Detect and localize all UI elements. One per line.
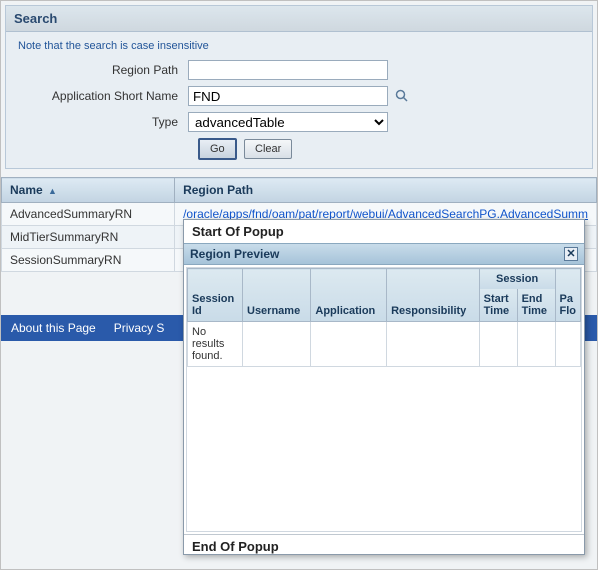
col-username[interactable]: Username <box>243 269 311 322</box>
privacy-link[interactable]: Privacy S <box>114 321 165 335</box>
region-path-input[interactable] <box>188 60 388 80</box>
search-panel: Search Note that the search is case inse… <box>5 5 593 169</box>
app-window: Search Note that the search is case inse… <box>0 0 598 570</box>
app-short-name-input[interactable] <box>188 86 388 106</box>
region-preview-popup: Start Of Popup Region Preview ✕ Session … <box>183 219 585 555</box>
cell-name: AdvancedSummaryRN <box>2 203 175 226</box>
popup-title: Region Preview <box>190 247 279 261</box>
region-path-row: Region Path <box>18 60 580 80</box>
about-page-link[interactable]: About this Page <box>11 321 96 335</box>
col-responsibility[interactable]: Responsibility <box>387 269 480 322</box>
popup-body[interactable]: Session Id Username Application Responsi… <box>186 267 582 532</box>
popup-titlebar: Region Preview ✕ <box>184 243 584 265</box>
region-path-label: Region Path <box>18 63 188 77</box>
cell-name: MidTierSummaryRN <box>2 226 175 249</box>
preview-table: Session Id Username Application Responsi… <box>187 268 581 367</box>
no-results-cell: No results found. <box>188 322 243 367</box>
col-application[interactable]: Application <box>311 269 387 322</box>
close-icon[interactable]: ✕ <box>564 247 578 261</box>
col-pa[interactable]: Pa Flo <box>555 269 581 322</box>
search-note: Note that the search is case insensitive <box>18 40 580 52</box>
col-end-time[interactable]: End Time <box>517 289 555 322</box>
table-row: No results found. <box>188 322 581 367</box>
type-select[interactable]: advancedTable <box>188 112 388 132</box>
app-short-name-label: Application Short Name <box>18 89 188 103</box>
cell-name: SessionSummaryRN <box>2 249 175 272</box>
popup-end-label: End Of Popup <box>184 534 584 558</box>
search-buttons: Go Clear <box>198 138 580 160</box>
type-row: Type advancedTable <box>18 112 580 132</box>
sort-asc-icon: ▲ <box>48 186 57 196</box>
col-start-time[interactable]: Start Time <box>479 289 517 322</box>
app-short-name-row: Application Short Name <box>18 86 580 106</box>
col-session-group: Session <box>479 269 555 290</box>
lookup-icon[interactable] <box>394 88 410 104</box>
popup-start-label: Start Of Popup <box>184 220 584 243</box>
clear-button[interactable]: Clear <box>244 139 292 159</box>
col-name-header[interactable]: Name ▲ <box>2 178 175 203</box>
type-label: Type <box>18 115 188 129</box>
col-session-id[interactable]: Session Id <box>188 269 243 322</box>
search-body: Note that the search is case insensitive… <box>6 32 592 168</box>
col-name-label: Name <box>10 183 43 197</box>
col-region-path-header[interactable]: Region Path <box>175 178 597 203</box>
go-button[interactable]: Go <box>198 138 237 160</box>
search-header: Search <box>6 6 592 32</box>
